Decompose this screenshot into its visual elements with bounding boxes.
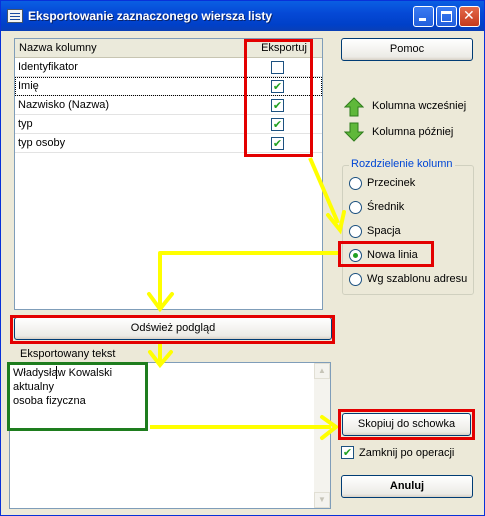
- export-checkbox[interactable]: ✔: [271, 99, 284, 112]
- text-line: aktualny: [13, 381, 54, 393]
- minimize-icon: [419, 18, 426, 21]
- text-line: osoba fizyczna: [13, 395, 86, 407]
- list-item-label: typ: [18, 118, 33, 130]
- list-item[interactable]: typ osoby ✔: [15, 134, 322, 153]
- text-line: Władysław Kowalski: [13, 367, 113, 379]
- move-up-label[interactable]: Kolumna wcześniej: [372, 100, 466, 112]
- close-after-checkbox[interactable]: ✔: [341, 446, 354, 459]
- help-button[interactable]: Pomoc: [341, 38, 473, 61]
- copy-to-clipboard-button[interactable]: Skopiuj do schowka: [342, 413, 471, 436]
- radio-semicolon-label[interactable]: Średnik: [367, 201, 404, 213]
- radio-new-line-label[interactable]: Nowa linia: [367, 249, 418, 261]
- radio-space[interactable]: [349, 225, 362, 238]
- scroll-up-icon[interactable]: ▲: [314, 363, 330, 379]
- refresh-preview-button[interactable]: Odśwież podgląd: [14, 317, 332, 340]
- header-export[interactable]: Eksportuj: [246, 39, 322, 57]
- scroll-down-icon[interactable]: ▼: [314, 492, 330, 508]
- header-column-name[interactable]: Nazwa kolumny: [15, 39, 246, 57]
- column-list[interactable]: Nazwa kolumny Eksportuj Identyfikator Im…: [14, 38, 323, 310]
- arrow-down-icon[interactable]: [343, 122, 365, 142]
- title-bar[interactable]: Eksportowanie zaznaczonego wiersza listy…: [1, 1, 484, 31]
- list-item[interactable]: Identyfikator: [15, 58, 322, 77]
- radio-new-line[interactable]: [349, 249, 362, 262]
- maximize-button[interactable]: [436, 6, 457, 27]
- close-button[interactable]: ✕: [459, 6, 480, 27]
- list-header: Nazwa kolumny Eksportuj: [15, 39, 322, 58]
- list-item[interactable]: typ ✔: [15, 115, 322, 134]
- close-icon: ✕: [463, 8, 475, 24]
- radio-comma-label[interactable]: Przecinek: [367, 177, 415, 189]
- list-item[interactable]: Nazwisko (Nazwa) ✔: [15, 96, 322, 115]
- separator-legend: Rozdzielenie kolumn: [349, 158, 455, 170]
- minimize-button[interactable]: [413, 6, 434, 27]
- window-title: Eksportowanie zaznaczonego wiersza listy: [28, 9, 273, 23]
- cancel-button[interactable]: Anuluj: [341, 475, 473, 498]
- arrow-up-icon[interactable]: [343, 97, 365, 117]
- preview-label: Eksportowany tekst: [20, 348, 116, 360]
- export-checkbox[interactable]: ✔: [271, 137, 284, 150]
- list-item-label: Identyfikator: [18, 61, 78, 73]
- exported-text: Władysław Kowalski aktualny osoba fizycz…: [13, 366, 112, 408]
- vertical-scrollbar[interactable]: ▲ ▼: [314, 363, 330, 508]
- export-checkbox[interactable]: ✔: [271, 118, 284, 131]
- table-icon: [7, 9, 23, 23]
- close-after-label[interactable]: Zamknij po operacji: [359, 447, 454, 459]
- maximize-icon: [441, 11, 452, 22]
- list-item[interactable]: Imię ✔: [15, 77, 322, 96]
- text-caret: [56, 366, 57, 379]
- radio-address-template[interactable]: [349, 273, 362, 286]
- move-down-label[interactable]: Kolumna później: [372, 126, 453, 138]
- list-item-label: Imię: [18, 80, 39, 92]
- radio-comma[interactable]: [349, 177, 362, 190]
- list-item-label: typ osoby: [18, 137, 66, 149]
- list-item-label: Nazwisko (Nazwa): [18, 99, 110, 111]
- radio-semicolon[interactable]: [349, 201, 362, 214]
- export-dialog: Eksportowanie zaznaczonego wiersza listy…: [0, 0, 485, 516]
- radio-space-label[interactable]: Spacja: [367, 225, 401, 237]
- export-checkbox[interactable]: ✔: [271, 80, 284, 93]
- exported-text-area[interactable]: Władysław Kowalski aktualny osoba fizycz…: [9, 362, 331, 509]
- export-checkbox[interactable]: [271, 61, 284, 74]
- radio-address-template-label[interactable]: Wg szablonu adresu: [367, 273, 467, 285]
